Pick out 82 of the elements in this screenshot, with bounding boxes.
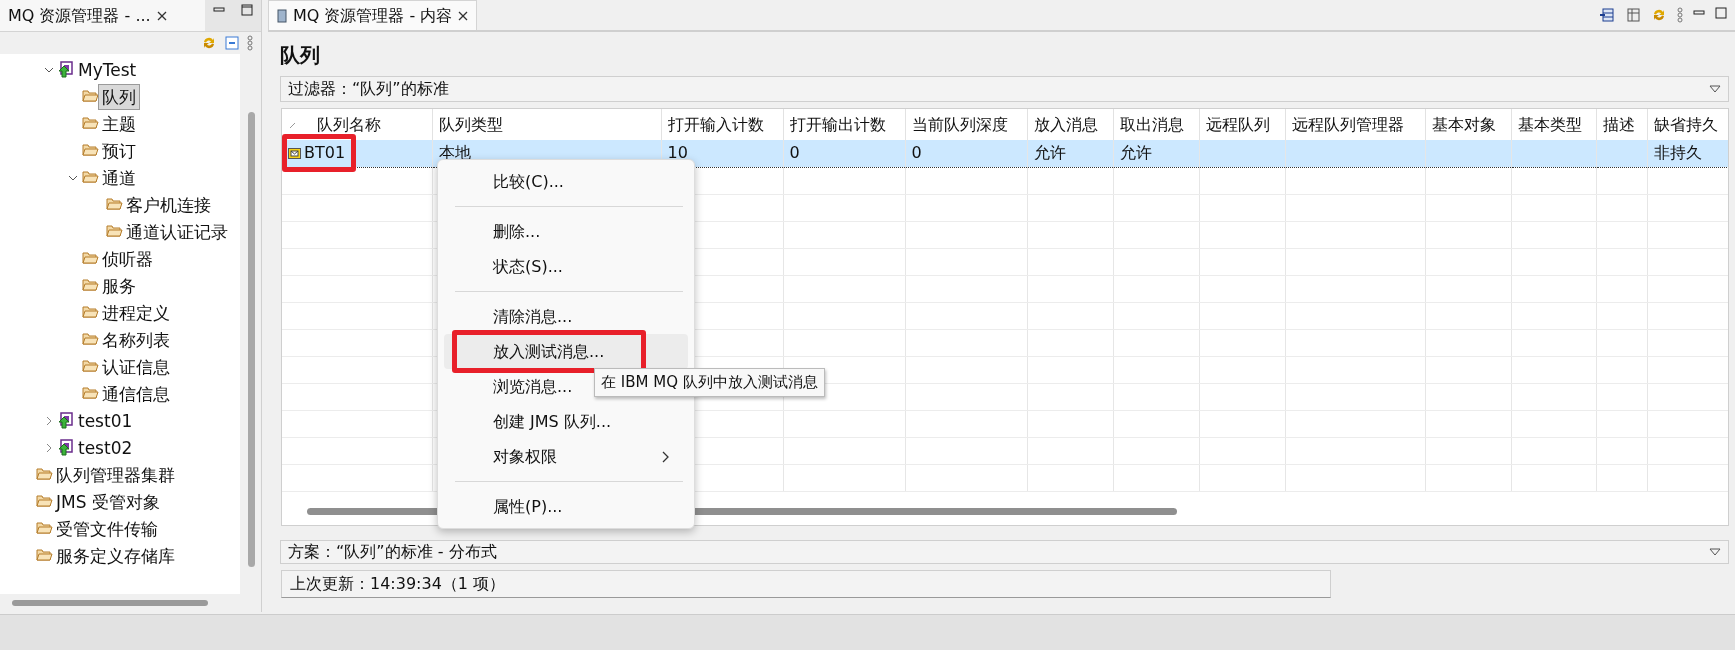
tooltip: 在 IBM MQ 队列中放入测试消息 xyxy=(594,368,825,397)
tree-item[interactable]: JMS 受管对象 xyxy=(0,488,240,515)
folder-icon xyxy=(82,304,99,321)
table-cell: 非持久 xyxy=(1653,143,1702,163)
collapse-icon[interactable] xyxy=(225,36,239,50)
tab-title: MQ 资源管理器 - 内容 xyxy=(293,4,453,27)
folder-icon xyxy=(82,88,99,105)
tree-item[interactable]: 侦听器 xyxy=(0,245,240,272)
sync-icon[interactable] xyxy=(1651,7,1667,23)
editor-tab[interactable]: MQ 资源管理器 - 内容 xyxy=(268,0,478,30)
envelope-icon xyxy=(288,147,301,159)
dropdown-icon[interactable] xyxy=(1709,548,1721,556)
view-tab[interactable]: MQ 资源管理器 - ... xyxy=(0,0,205,31)
page-title: 队列 xyxy=(279,42,321,69)
tree-item[interactable]: 通道认证记录 xyxy=(0,218,240,245)
tab-title: MQ 资源管理器 - ... xyxy=(8,4,151,27)
scheme-bar[interactable]: 方案：“队列”的标准 - 分布式 xyxy=(280,540,1729,564)
chevron-right-icon[interactable] xyxy=(44,442,54,453)
folder-icon xyxy=(106,223,123,240)
table-cell: 允许 xyxy=(1119,143,1152,163)
more-icon[interactable] xyxy=(1677,7,1683,23)
menu-item[interactable]: 比较(C)... xyxy=(444,164,688,199)
folder-icon xyxy=(36,547,53,564)
tree-item[interactable]: 服务 xyxy=(0,272,240,299)
tree-item[interactable]: 主题 xyxy=(0,110,240,137)
scrollbar[interactable] xyxy=(12,600,208,606)
folder-icon xyxy=(82,331,99,348)
table-icon[interactable] xyxy=(1599,7,1615,23)
filter-label: 过滤器：“队列”的标准 xyxy=(288,78,449,100)
table-cell: 10 xyxy=(667,143,688,163)
folder-icon xyxy=(36,466,53,483)
tree-item[interactable]: 认证信息 xyxy=(0,353,240,380)
folder-icon xyxy=(82,250,99,267)
tree-item[interactable]: 通信信息 xyxy=(0,380,240,407)
status-text: 上次更新：14:39:34（1 项） xyxy=(290,573,506,595)
scheme-label: 方案：“队列”的标准 - 分布式 xyxy=(288,541,497,563)
tree-item[interactable]: 名称列表 xyxy=(0,326,240,353)
folder-icon xyxy=(36,520,53,537)
table-cell-text: BT01 xyxy=(304,142,346,164)
chevron-right-icon[interactable] xyxy=(44,415,54,426)
tree-item[interactable]: 通道 xyxy=(0,164,240,191)
table-cell: 0 xyxy=(911,143,922,163)
tree-item[interactable]: test01 xyxy=(0,407,240,434)
queue-manager-icon xyxy=(58,61,75,78)
menu-item[interactable]: 创建 JMS 队列... xyxy=(444,404,688,439)
queue-manager-icon xyxy=(58,412,75,429)
folder-icon xyxy=(82,385,99,402)
maximize-icon[interactable] xyxy=(1715,7,1727,19)
tree-item[interactable]: 服务定义存储库 xyxy=(0,542,240,569)
tree-item[interactable]: 受管文件传输 xyxy=(0,515,240,542)
folder-icon xyxy=(82,169,99,186)
folder-icon xyxy=(82,142,99,159)
more-icon[interactable] xyxy=(247,35,253,51)
column-header[interactable]: 队列名称 xyxy=(317,112,381,137)
document-icon xyxy=(277,8,287,23)
tree-item[interactable]: 进程定义 xyxy=(0,299,240,326)
menu-item[interactable]: 清除消息... xyxy=(444,299,688,334)
maximize-icon[interactable] xyxy=(241,4,253,16)
folder-icon xyxy=(106,196,123,213)
folder-icon xyxy=(82,277,99,294)
tree-item[interactable]: 队列管理器集群 xyxy=(0,461,240,488)
folder-icon xyxy=(82,358,99,375)
dropdown-icon[interactable] xyxy=(1709,85,1721,93)
sync-icon[interactable] xyxy=(201,35,217,51)
filter-bar[interactable]: 过滤器：“队列”的标准 xyxy=(280,76,1729,102)
chevron-right-icon xyxy=(662,450,670,463)
tree-item[interactable]: 客户机连接 xyxy=(0,191,240,218)
menu-item[interactable]: 删除... xyxy=(444,214,688,249)
table-cell: 0 xyxy=(789,143,800,163)
tree-item[interactable]: MyTest xyxy=(0,56,240,83)
folder-icon xyxy=(36,493,53,510)
table-cell: 允许 xyxy=(1033,143,1066,163)
queue-manager-icon xyxy=(58,439,75,456)
menu-item[interactable]: 属性(P)... xyxy=(444,489,688,524)
tree-item[interactable]: 队列 xyxy=(0,83,240,110)
tree-item[interactable]: 预订 xyxy=(0,137,240,164)
folder-icon xyxy=(82,115,99,132)
columns-icon[interactable] xyxy=(1625,7,1641,23)
scrollbar[interactable] xyxy=(248,112,255,567)
menu-item[interactable]: 状态(S)... xyxy=(444,249,688,284)
tree-item[interactable]: test02 xyxy=(0,434,240,461)
menu-item[interactable]: 对象权限 xyxy=(444,439,688,474)
